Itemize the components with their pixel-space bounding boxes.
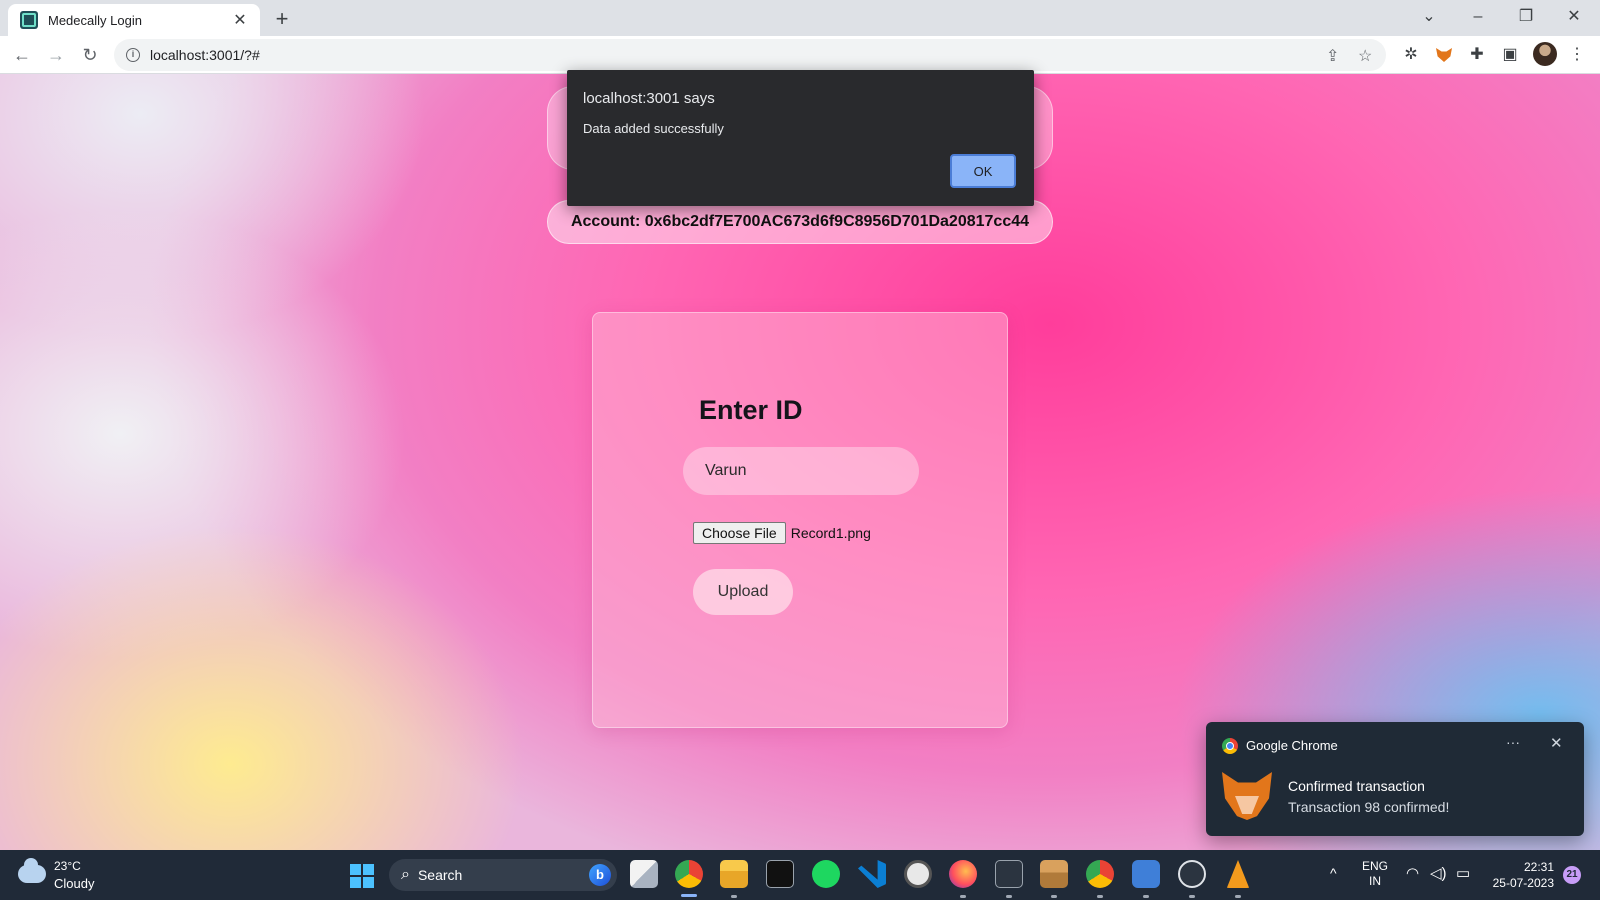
dialog-title: localhost:3001 says xyxy=(583,90,715,107)
weather-temperature[interactable]: 23°C xyxy=(54,859,81,873)
bookmark-star-icon[interactable]: ☆ xyxy=(1358,46,1372,66)
firefox-icon[interactable] xyxy=(949,860,977,888)
minimize-button[interactable]: – xyxy=(1456,4,1500,30)
dialog-message: Data added successfully xyxy=(583,121,724,136)
upload-card: Enter ID Choose File Record1.png Upload xyxy=(592,312,1008,728)
tray-time: 22:31 xyxy=(1523,860,1554,874)
start-button[interactable] xyxy=(350,864,374,888)
new-tab-button[interactable]: + xyxy=(268,6,296,34)
cloud-icon[interactable] xyxy=(18,858,46,883)
language-top: ENG xyxy=(1362,859,1389,873)
taskbar-search[interactable]: ⌕ Search b xyxy=(389,859,617,891)
profile-avatar[interactable] xyxy=(1533,42,1557,66)
back-button[interactable]: ← xyxy=(8,41,36,69)
address-text: localhost:3001/?# xyxy=(150,47,260,63)
metamask-icon[interactable] xyxy=(1433,44,1455,66)
taskbar-search-label: Search xyxy=(417,867,463,883)
tab-title: Medecally Login xyxy=(48,12,142,28)
file-picker: Choose File Record1.png xyxy=(693,522,871,544)
powershell-icon[interactable] xyxy=(995,860,1023,888)
address-bar[interactable]: i localhost:3001/?# ⇪ ☆ xyxy=(114,39,1386,71)
notification-more-icon[interactable]: ··· xyxy=(1506,734,1520,750)
vscode-icon[interactable] xyxy=(858,860,886,888)
account-badge: Account: 0x6bc2df7E700AC673d6f9C8956D701… xyxy=(547,200,1053,244)
vlc-indicator xyxy=(1235,895,1241,898)
metamask-fox-icon xyxy=(1222,772,1272,820)
file-explorer-icon[interactable] xyxy=(720,860,748,888)
windows-taskbar: 23°C Cloudy ⌕ Search b ^ ENG IN ◠ ◁) ▭ 2… xyxy=(0,850,1600,900)
chrome-profile-icon[interactable] xyxy=(1086,860,1114,888)
tab-search-icon[interactable]: ⌄ xyxy=(1407,4,1451,30)
camera-indicator xyxy=(1143,895,1149,898)
media-player-indicator xyxy=(1189,895,1195,898)
camera-icon[interactable] xyxy=(1132,860,1160,888)
chrome-notification[interactable]: Google Chrome ··· ✕ Confirmed transactio… xyxy=(1206,722,1584,836)
notification-body: Transaction 98 confirmed! xyxy=(1288,799,1450,815)
kebab-menu-icon[interactable]: ⋮ xyxy=(1566,44,1588,66)
chrome-app-icon[interactable] xyxy=(675,860,703,888)
upload-button[interactable]: Upload xyxy=(693,569,793,615)
card-title: Enter ID xyxy=(699,395,803,425)
notification-close-icon[interactable]: ✕ xyxy=(1550,734,1563,752)
share-icon[interactable]: ⇪ xyxy=(1326,46,1339,66)
vlc-icon[interactable] xyxy=(1226,860,1250,888)
spotify-icon[interactable] xyxy=(812,860,840,888)
account-address: Account: 0x6bc2df7E700AC673d6f9C8956D701… xyxy=(570,213,1030,230)
task-view-icon[interactable] xyxy=(630,860,658,888)
wifi-icon[interactable]: ◠ xyxy=(1406,864,1419,882)
close-window-button[interactable]: ✕ xyxy=(1552,4,1596,30)
choose-file-button[interactable]: Choose File xyxy=(693,522,786,544)
bug-extension-icon[interactable]: ✲ xyxy=(1400,44,1422,66)
site-favicon-icon xyxy=(20,11,38,29)
puzzle-extensions-icon[interactable]: ✚ xyxy=(1466,44,1488,66)
selected-file-name: Record1.png xyxy=(790,525,871,541)
alert-dialog: localhost:3001 says Data added successfu… xyxy=(567,70,1034,206)
language-indicator[interactable]: ENG IN xyxy=(1362,859,1388,889)
chrome-icon xyxy=(1222,738,1238,754)
restore-button[interactable]: ❐ xyxy=(1504,4,1548,30)
clock-display[interactable]: 22:31 25-07-2023 xyxy=(1490,859,1554,891)
dialog-ok-button[interactable]: OK xyxy=(950,154,1016,188)
bing-icon[interactable]: b xyxy=(589,864,611,886)
tray-overflow-chevron-icon[interactable]: ^ xyxy=(1330,865,1337,881)
volume-icon[interactable]: ◁) xyxy=(1430,864,1447,882)
package-icon[interactable] xyxy=(1040,860,1068,888)
weather-condition[interactable]: Cloudy xyxy=(54,876,94,891)
firefox-indicator xyxy=(960,895,966,898)
battery-icon[interactable]: ▭ xyxy=(1456,864,1470,882)
chrome-profile-indicator xyxy=(1097,895,1103,898)
media-player-icon[interactable] xyxy=(1178,860,1206,888)
terminal-icon[interactable] xyxy=(766,860,794,888)
reload-button[interactable]: ↻ xyxy=(76,41,104,69)
notification-count-badge[interactable]: 21 xyxy=(1563,866,1581,884)
notification-heading: Confirmed transaction xyxy=(1288,778,1425,794)
side-panel-icon[interactable]: ▣ xyxy=(1499,44,1521,66)
language-bottom: IN xyxy=(1369,874,1381,888)
chrome-active-indicator xyxy=(681,894,697,897)
search-icon: ⌕ xyxy=(401,866,410,883)
file-explorer-indicator xyxy=(731,895,737,898)
tab-close-icon[interactable]: ✕ xyxy=(230,10,250,30)
site-info-icon[interactable]: i xyxy=(126,48,140,62)
id-input[interactable] xyxy=(683,447,919,495)
notification-app-name: Google Chrome xyxy=(1246,738,1338,753)
forward-button[interactable]: → xyxy=(42,41,70,69)
tray-date: 25-07-2023 xyxy=(1492,876,1554,890)
powershell-indicator xyxy=(1006,895,1012,898)
clock-icon[interactable] xyxy=(904,860,932,888)
browser-toolbar: ← → ↻ i localhost:3001/?# ⇪ ☆ ✲ ✚ ▣ ⋮ xyxy=(0,36,1600,74)
browser-tab-strip: Medecally Login ✕ + ⌄ – ❐ ✕ xyxy=(0,0,1600,36)
package-indicator xyxy=(1051,895,1057,898)
browser-tab[interactable]: Medecally Login ✕ xyxy=(8,4,260,36)
